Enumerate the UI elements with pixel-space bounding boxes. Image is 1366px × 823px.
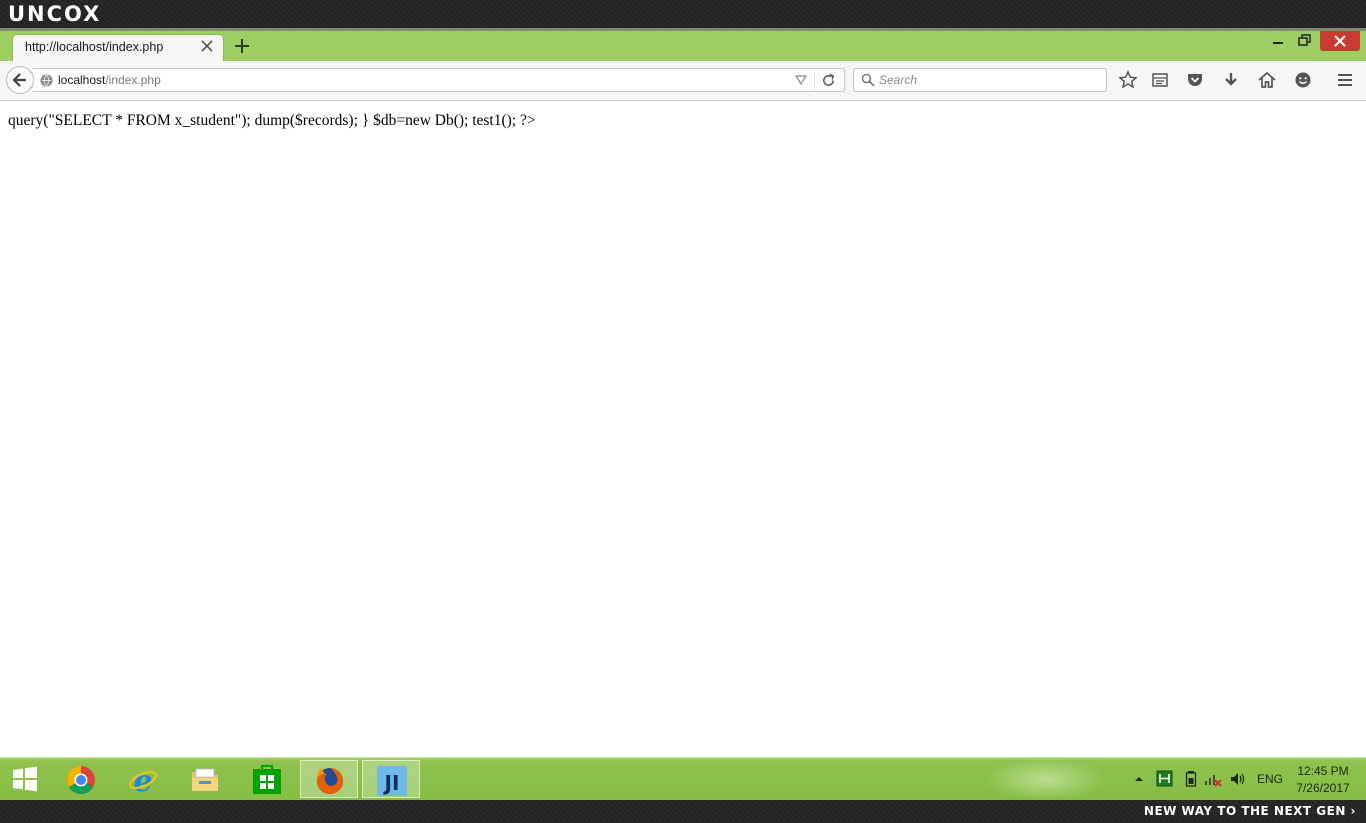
svg-text:e: e [133, 765, 152, 795]
app-tray-icon[interactable] [1156, 770, 1173, 787]
firefox-icon [317, 768, 343, 794]
volume-icon[interactable] [1229, 771, 1245, 787]
search-icon [861, 73, 875, 87]
start-button[interactable] [0, 760, 55, 798]
page-text: query("SELECT * FROM x_student"); dump($… [8, 112, 536, 129]
taskbar: e JI ENG 12:45 PM 7/26/2017 [0, 757, 1366, 801]
taskbar-file-explorer[interactable] [176, 760, 234, 798]
site-info-icon[interactable] [39, 73, 54, 88]
pocket-icon[interactable] [1185, 70, 1205, 90]
footer-tagline: NEW WAY TO THE NEXT GEN › [1143, 804, 1356, 818]
taskbar-internet-explorer[interactable]: e [114, 760, 172, 798]
network-icon[interactable] [1204, 770, 1222, 787]
page-content: query("SELECT * FROM x_student"); dump($… [0, 101, 1366, 757]
search-placeholder: Search [879, 73, 918, 87]
chevron-up-icon[interactable] [1132, 772, 1146, 786]
url-path: /index.php [105, 73, 161, 87]
reload-icon[interactable] [821, 73, 836, 88]
chevron-down-icon[interactable] [795, 75, 807, 85]
taskbar-chrome[interactable] [52, 760, 110, 798]
bookmarks-menu-icon[interactable] [1150, 70, 1170, 90]
brand-logo: UNCOX [8, 2, 102, 26]
navigation-bar: localhost/index.php Search [0, 61, 1366, 101]
back-arrow-icon [12, 73, 26, 87]
taskbar-glow [985, 758, 1105, 801]
brand-bar: UNCOX [0, 0, 1366, 28]
taskbar-jetbrains[interactable]: JI [362, 760, 420, 798]
active-tab[interactable]: http://localhost/index.php [12, 34, 224, 61]
taskbar-firefox[interactable] [300, 760, 358, 798]
url-text: localhost/index.php [58, 73, 161, 87]
close-tab-icon[interactable] [199, 38, 215, 54]
store-icon [253, 765, 281, 794]
address-bar[interactable]: localhost/index.php [33, 68, 845, 92]
taskbar-store[interactable] [238, 760, 296, 798]
download-icon[interactable] [1221, 70, 1241, 90]
internet-explorer-icon: e [129, 765, 157, 795]
hello-icon[interactable] [1293, 70, 1313, 90]
file-explorer-icon [192, 768, 218, 791]
back-button[interactable] [6, 66, 34, 94]
bookmark-star-icon[interactable] [1118, 70, 1138, 90]
battery-icon[interactable] [1185, 770, 1197, 787]
restore-icon[interactable] [1292, 31, 1316, 51]
svg-text:JI: JI [383, 771, 400, 795]
hamburger-menu-icon[interactable] [1335, 70, 1355, 90]
tab-title: http://localhost/index.php [25, 40, 164, 54]
footer-bar: NEW WAY TO THE NEXT GEN › [0, 800, 1366, 823]
close-window-icon[interactable] [1320, 31, 1360, 51]
start-icon [13, 766, 37, 792]
address-divider [814, 72, 815, 89]
search-input[interactable]: Search [853, 68, 1107, 92]
clock-date[interactable]: 7/26/2017 [1293, 781, 1353, 795]
clock-time[interactable]: 12:45 PM [1293, 764, 1353, 778]
tab-strip: http://localhost/index.php [0, 31, 1366, 61]
home-icon[interactable] [1257, 70, 1277, 90]
jetbrains-icon: JI [377, 766, 407, 796]
url-host: localhost [58, 73, 106, 87]
chrome-icon [67, 766, 95, 794]
new-tab-icon[interactable] [233, 37, 251, 55]
minimize-icon[interactable] [1266, 31, 1290, 51]
language-indicator[interactable]: ENG [1257, 772, 1283, 786]
